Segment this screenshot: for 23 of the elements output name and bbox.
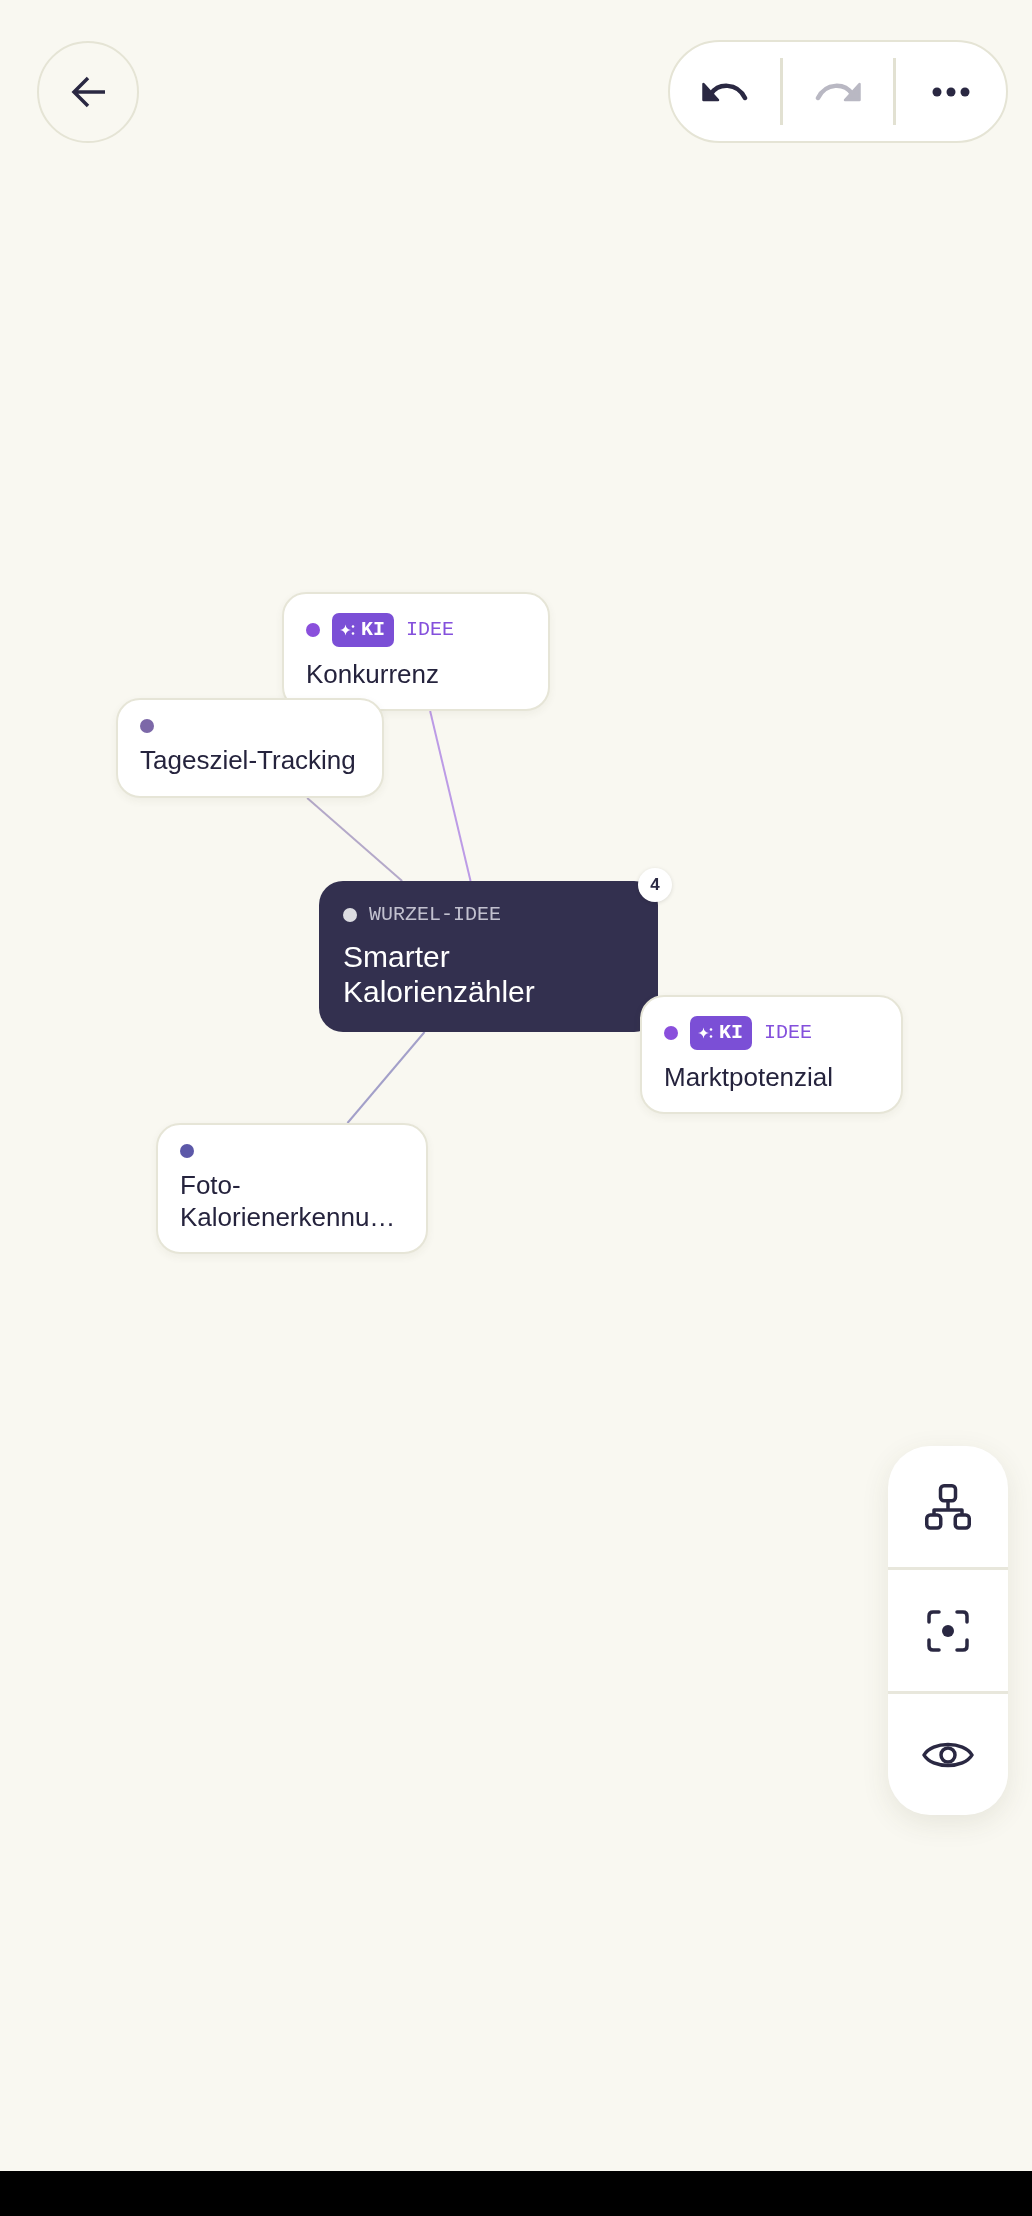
back-button[interactable] [37, 40, 139, 143]
idea-node[interactable]: KI IDEE Konkurrenz [282, 592, 550, 711]
sparkle-icon [698, 1026, 713, 1040]
idea-node[interactable]: KI IDEE Marktpotenzial [640, 995, 903, 1114]
node-type-label: WURZEL-IDEE [369, 903, 502, 927]
node-title: Marktpotenzial [664, 1061, 835, 1093]
undo-icon [702, 81, 748, 102]
node-title: Tagesziel-Tracking [140, 744, 357, 776]
node-type-label: IDEE [406, 618, 455, 642]
idea-node[interactable]: Tagesziel-Tracking [116, 698, 384, 798]
redo-icon [815, 81, 861, 102]
focus-icon [927, 1609, 969, 1652]
child-count-badge: 4 [638, 868, 672, 902]
sparkle-icon [340, 623, 355, 637]
node-type-label: IDEE [764, 1021, 813, 1045]
idea-node[interactable]: Foto-Kalorienerkennu… [156, 1123, 428, 1254]
node-title: Konkurrenz [306, 658, 440, 690]
ai-label: KI [361, 618, 385, 642]
node-title: Smarter Kalorienzähler [343, 939, 536, 1009]
node-title: Foto-Kalorienerkennu… [180, 1169, 397, 1233]
more-icon [932, 86, 970, 97]
ai-label: KI [719, 1021, 743, 1045]
hierarchy-icon [925, 1483, 971, 1530]
